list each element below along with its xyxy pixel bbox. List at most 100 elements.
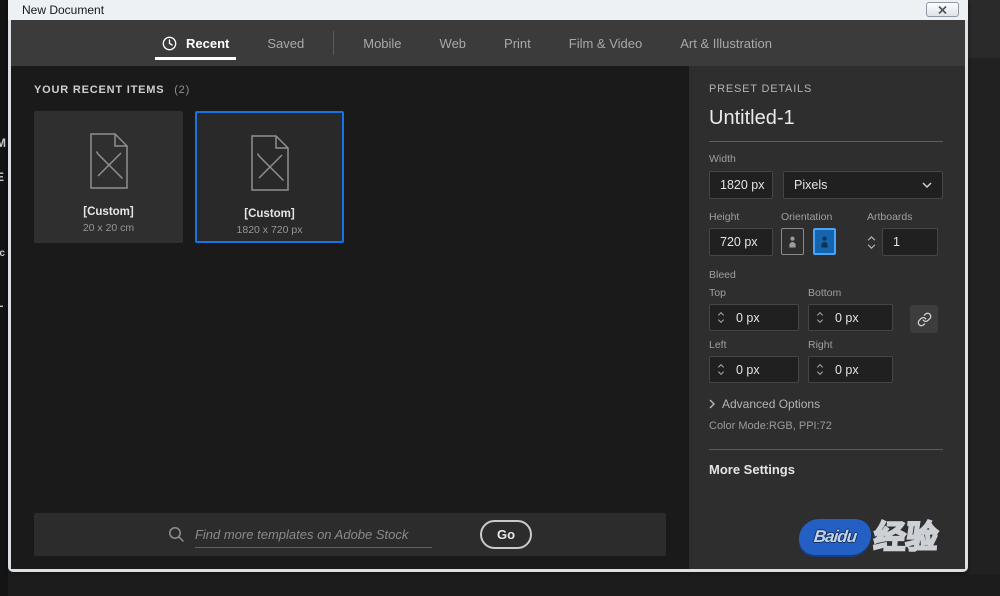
chevron-down-icon — [922, 182, 932, 188]
artboards-label: Artboards — [867, 211, 943, 223]
stepper-down-icon — [816, 371, 824, 375]
panel-divider — [709, 449, 943, 450]
window-title: New Document — [22, 3, 104, 17]
preset-details-panel: PRESET DETAILS Untitled-1 Width 1820 px … — [689, 66, 965, 569]
search-icon — [168, 526, 185, 543]
more-settings-button[interactable]: More Settings — [709, 462, 943, 477]
stepper-up-icon — [717, 364, 725, 368]
recent-item-card-selected[interactable]: [Custom] 1820 x 720 px — [195, 111, 344, 243]
preset-details-heading: PRESET DETAILS — [709, 83, 943, 95]
recent-item-name: [Custom] — [83, 206, 133, 218]
bleed-left-input[interactable]: 0 px — [709, 356, 799, 383]
custom-document-icon — [84, 132, 134, 190]
background-app-area-bottom — [0, 574, 1000, 596]
stepper-up-icon — [816, 364, 824, 368]
bleed-top-stepper[interactable] — [710, 312, 729, 323]
close-button[interactable] — [926, 2, 959, 17]
recent-item-name: [Custom] — [244, 208, 294, 220]
background-fragment: M — [0, 136, 6, 150]
bleed-link-button[interactable] — [910, 305, 938, 333]
tab-label: Print — [504, 36, 531, 51]
units-dropdown[interactable]: Pixels — [783, 171, 943, 199]
height-input[interactable]: 720 px — [709, 228, 773, 256]
recent-items-heading: YOUR RECENT ITEMS (2) — [34, 84, 689, 96]
portrait-person-icon — [787, 235, 798, 249]
width-input[interactable]: 1820 px — [709, 171, 773, 199]
tab-label: Recent — [186, 36, 229, 51]
tab-mobile[interactable]: Mobile — [344, 20, 420, 66]
background-fragment: tc — [0, 248, 5, 259]
bleed-right-stepper[interactable] — [809, 364, 828, 375]
new-document-dialog: New Document Recent Saved — [8, 0, 968, 572]
dialog-content: Recent Saved Mobile Web Print Film & Vid… — [11, 20, 965, 569]
spacer — [11, 243, 689, 513]
tab-label: Saved — [267, 36, 304, 51]
bleed-top-label: Top — [709, 287, 799, 299]
tab-web[interactable]: Web — [421, 20, 486, 66]
orientation-label: Orientation — [781, 211, 859, 223]
background-fragment: E — [0, 170, 4, 184]
recent-items-list: [Custom] 20 x 20 cm [Custom] 1820 x 720 … — [34, 111, 689, 243]
tab-label: Film & Video — [569, 36, 642, 51]
stepper-down-icon — [816, 319, 824, 323]
tab-art-illustration[interactable]: Art & Illustration — [661, 20, 791, 66]
bleed-top-input[interactable]: 0 px — [709, 304, 799, 331]
recent-item-dimensions: 1820 x 720 px — [237, 224, 303, 236]
tab-divider — [333, 31, 334, 55]
close-icon — [938, 6, 947, 14]
stepper-up-icon — [816, 312, 824, 316]
bleed-right-input[interactable]: 0 px — [808, 356, 893, 383]
orientation-landscape-button[interactable] — [813, 228, 836, 255]
clock-icon — [162, 36, 177, 51]
bleed-left-value: 0 px — [736, 363, 760, 377]
width-label: Width — [709, 153, 943, 165]
stepper-down-icon — [867, 244, 876, 249]
stepper-up-icon — [867, 236, 876, 241]
tab-label: Art & Illustration — [680, 36, 772, 51]
background-app-area — [968, 0, 1000, 58]
background-fragment: L — [0, 296, 3, 310]
custom-document-icon — [245, 134, 295, 192]
category-tabbar: Recent Saved Mobile Web Print Film & Vid… — [11, 20, 965, 66]
recent-items-count: (2) — [174, 84, 190, 96]
bleed-top-value: 0 px — [736, 311, 760, 325]
stock-search-input[interactable] — [195, 522, 432, 548]
titlebar: New Document — [8, 0, 968, 20]
recent-item-card[interactable]: [Custom] 20 x 20 cm — [34, 111, 183, 243]
stepper-up-icon — [717, 312, 725, 316]
screen: { "window": { "title": "New Document" },… — [0, 0, 1000, 596]
stepper-down-icon — [717, 371, 725, 375]
bleed-right-value: 0 px — [835, 363, 859, 377]
artboards-stepper[interactable] — [867, 236, 876, 249]
width-value: 1820 px — [720, 178, 764, 192]
recent-item-dimensions: 20 x 20 cm — [83, 222, 134, 234]
chevron-right-icon — [709, 399, 715, 409]
tab-label: Mobile — [363, 36, 401, 51]
tab-film-video[interactable]: Film & Video — [550, 20, 661, 66]
recent-items-area: YOUR RECENT ITEMS (2) [Custom] 20 x 20 c… — [11, 66, 689, 569]
bleed-left-label: Left — [709, 339, 799, 351]
bleed-left-stepper[interactable] — [710, 364, 729, 375]
artboards-value: 1 — [893, 235, 900, 249]
bleed-bottom-value: 0 px — [835, 311, 859, 325]
tab-saved[interactable]: Saved — [248, 20, 323, 66]
bleed-bottom-label: Bottom — [808, 287, 893, 299]
advanced-options-toggle[interactable]: Advanced Options — [709, 397, 943, 411]
bleed-bottom-input[interactable]: 0 px — [808, 304, 893, 331]
go-button[interactable]: Go — [480, 520, 532, 549]
orientation-portrait-button[interactable] — [781, 228, 804, 255]
adobe-stock-searchbar: Go — [34, 513, 666, 556]
advanced-options-label: Advanced Options — [722, 397, 820, 411]
bleed-right-label: Right — [808, 339, 893, 351]
background-app-strip: M E tc L — [0, 0, 8, 596]
recent-items-title: YOUR RECENT ITEMS — [34, 84, 164, 96]
height-label: Height — [709, 211, 773, 223]
units-value: Pixels — [794, 178, 827, 192]
tab-print[interactable]: Print — [485, 20, 550, 66]
tab-label: Web — [440, 36, 467, 51]
document-name-field[interactable]: Untitled-1 — [709, 107, 943, 142]
bleed-bottom-stepper[interactable] — [809, 312, 828, 323]
link-icon — [917, 312, 932, 327]
artboards-input[interactable]: 1 — [882, 228, 938, 256]
tab-recent[interactable]: Recent — [143, 20, 248, 66]
